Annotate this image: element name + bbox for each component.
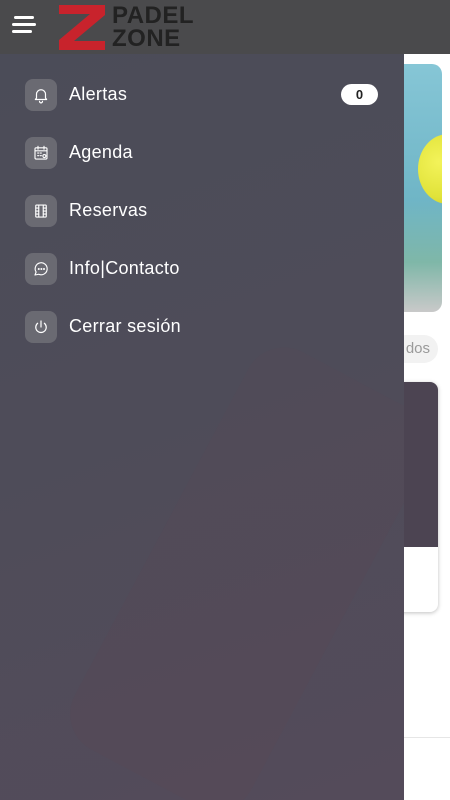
menu-item-alertas[interactable]: Alertas 0 — [0, 68, 404, 126]
chat-icon — [25, 253, 57, 285]
menu-item-agenda[interactable]: Agenda — [0, 126, 404, 184]
calendar-icon — [25, 137, 57, 169]
z-logo-icon — [59, 5, 105, 50]
menu-item-reservas[interactable]: Reservas — [0, 184, 404, 242]
padel-zone-logo: PADEL ZONE — [56, 2, 231, 52]
menu-item-cerrar-sesion[interactable]: Cerrar sesión — [0, 300, 404, 358]
divider — [398, 737, 450, 738]
event-card-image — [398, 382, 438, 547]
event-card[interactable] — [398, 382, 438, 612]
drawer-watermark — [56, 333, 404, 800]
menu-item-label: Reservas — [69, 200, 148, 220]
menu-item-info-contacto[interactable]: Info|Contacto — [0, 242, 404, 300]
hero-image — [398, 64, 442, 312]
menu-item-label: Cerrar sesión — [69, 316, 181, 336]
navigation-drawer: Alertas 0 Agenda Reservas Info|Contacto … — [0, 54, 404, 800]
menu-item-label: Info|Contacto — [69, 258, 180, 278]
menu-item-label: Agenda — [69, 142, 133, 162]
hamburger-menu-icon[interactable] — [12, 16, 36, 38]
power-icon — [25, 311, 57, 343]
tennis-ball-image — [418, 134, 442, 204]
alerts-count-badge: 0 — [341, 84, 378, 105]
logo-text-bottom: ZONE — [112, 25, 181, 52]
film-icon — [25, 195, 57, 227]
bell-icon — [25, 79, 57, 111]
app-header: PADEL ZONE — [0, 0, 450, 54]
menu-item-label: Alertas — [69, 84, 128, 104]
